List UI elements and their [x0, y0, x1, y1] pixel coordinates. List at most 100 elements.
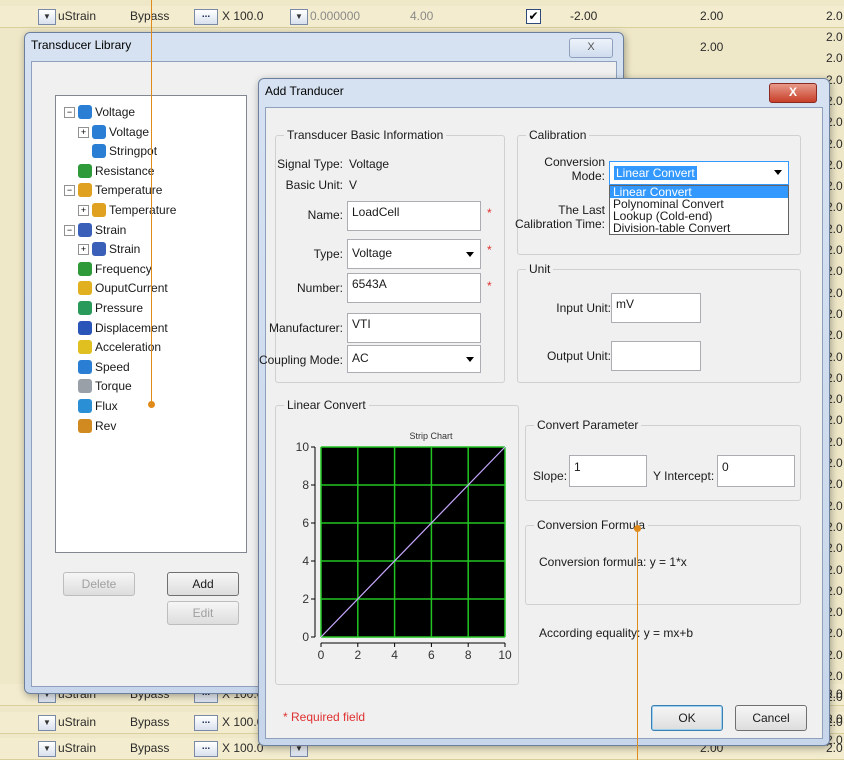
type-label: Type: [313, 247, 343, 261]
coupling-mode-label: Coupling Mode: [258, 353, 343, 367]
expand-icon[interactable]: + [78, 126, 89, 138]
transducer-icon [92, 144, 106, 159]
conversion-mode-value: Linear Convert [614, 166, 697, 180]
name-field[interactable]: LoadCell [347, 201, 481, 231]
collapse-icon[interactable]: − [64, 107, 75, 118]
output-unit-field[interactable] [611, 341, 701, 371]
x-tick-label: 4 [391, 648, 398, 662]
tree-item[interactable]: Stringpot [92, 143, 157, 159]
collapse-icon[interactable]: − [64, 185, 75, 197]
collapse-icon[interactable]: − [64, 224, 75, 236]
group-label: Transducer Basic Information [284, 128, 447, 142]
y-intercept-field[interactable]: 0 [717, 455, 795, 487]
tree-item-label: Voltage [109, 124, 150, 139]
browse-button[interactable]: ... [194, 9, 218, 25]
y-tick-label: 10 [296, 440, 310, 454]
tree-item[interactable]: OuputCurrent [78, 280, 168, 296]
group-label: Conversion Formula [534, 518, 649, 532]
delete-button[interactable]: Delete [63, 572, 135, 596]
transducer-icon [78, 281, 92, 296]
annotation-marker [148, 401, 155, 408]
basic-unit-label: Basic Unit: [285, 178, 343, 192]
annotation-marker [634, 525, 641, 532]
chart-title: Strip Chart [409, 431, 453, 441]
min-cell: -2.00 [570, 9, 598, 23]
required-field-note: * Required field [283, 710, 366, 724]
y-tick-label: 6 [302, 516, 309, 530]
max-cell: 2.00 [700, 40, 724, 54]
close-icon: X [587, 41, 595, 53]
required-mark: * [487, 243, 492, 257]
coupling-mode-select[interactable]: AC [347, 345, 481, 373]
x-tick-label: 10 [498, 648, 512, 662]
tree-item-label: Strain [109, 242, 141, 257]
annotation-marker [151, 0, 152, 404]
number-field[interactable]: 6543A [347, 273, 481, 303]
tree-item[interactable]: Rev [78, 418, 116, 434]
tree-item[interactable]: Torque [78, 378, 132, 394]
conversion-mode-select[interactable]: Linear Convert [609, 161, 789, 185]
chevron-down-icon [466, 357, 474, 362]
conversion-formula-text: Conversion formula: y = 1*x [539, 555, 687, 569]
tree-item-label: Temperature [109, 203, 177, 217]
according-equality-text: According equality: y = mx+b [539, 626, 694, 640]
transducer-icon [78, 379, 92, 394]
x-tick-label: 6 [428, 648, 435, 662]
transducer-icon [78, 418, 92, 433]
close-icon: X [788, 85, 797, 99]
edit-button[interactable]: Edit [167, 601, 239, 625]
add-transducer-dialog: Add Tranducer X Transducer Basic Informa… [258, 78, 830, 746]
transducer-icon [78, 222, 92, 237]
strip-chart: Strip Chart 0 2 4 6 8 10 0 2 4 6 8 10 [296, 431, 512, 662]
add-button[interactable]: Add [167, 572, 239, 596]
input-unit-field[interactable]: mV [611, 293, 701, 323]
dropdown-button[interactable]: ▼ [38, 9, 56, 25]
tree-item[interactable]: Displacement [78, 320, 168, 336]
tree-item[interactable]: Pressure [78, 300, 143, 316]
tree-item[interactable]: Strain [92, 241, 140, 257]
dropdown-button[interactable]: ▼ [38, 741, 56, 757]
manufacturer-field[interactable]: VTI [347, 313, 481, 343]
browse-button[interactable]: ... [194, 741, 218, 757]
slope-field[interactable]: 1 [569, 455, 647, 487]
tree-item-label: Strain [95, 222, 127, 237]
slope-label: Slope: [533, 469, 568, 483]
tree-item[interactable]: Acceleration [78, 339, 161, 355]
expand-icon[interactable]: + [78, 205, 89, 216]
type-select-value: Voltage [352, 246, 393, 260]
cancel-button[interactable]: Cancel [735, 705, 807, 731]
tree-item[interactable]: Temperature [92, 202, 176, 218]
dialog-close-button[interactable]: X [769, 83, 817, 103]
checkbox[interactable]: ✔ [526, 9, 541, 24]
tree-item[interactable]: Temperature [78, 182, 162, 198]
conversion-mode-list[interactable]: Linear Convert Polynominal Convert Lookup … [609, 185, 789, 235]
right-column-value: 2.0 [826, 30, 843, 44]
number-label: Number: [296, 281, 343, 295]
tree-item-label: Frequency [95, 261, 152, 276]
tree-item-label: OuputCurrent [95, 281, 168, 296]
dropdown-option[interactable]: Division-table Convert [610, 222, 788, 234]
y-intercept-label: Y Intercept: [653, 469, 715, 483]
tree-item[interactable]: Flux [78, 398, 118, 414]
group-label: Linear Convert [284, 398, 369, 412]
dropdown-button[interactable]: ▼ [38, 715, 56, 731]
type-select[interactable]: Voltage [347, 239, 481, 269]
scale-cell: X 100.0 [222, 741, 264, 755]
browse-button[interactable]: ... [194, 715, 218, 731]
ok-button[interactable]: OK [651, 705, 723, 731]
close-button[interactable]: X [569, 38, 613, 58]
tree-item[interactable]: Voltage [92, 124, 149, 140]
y-tick-label: 4 [302, 554, 309, 568]
expand-icon[interactable]: + [78, 244, 89, 256]
tree-item[interactable]: Frequency [78, 261, 152, 277]
tree-item[interactable]: Speed [78, 359, 130, 375]
tree-item-label: Resistance [95, 163, 155, 178]
dropdown-button[interactable]: ▼ [290, 9, 308, 25]
tree-item[interactable]: Voltage [78, 104, 135, 120]
value-cell: 2.0 [826, 9, 843, 23]
transducer-icon [92, 242, 106, 257]
tree-item-label: Torque [95, 379, 132, 394]
conversion-mode-label: Conversion Mode: [544, 155, 605, 183]
tree-item[interactable]: Strain [78, 222, 126, 238]
tree-item[interactable]: Resistance [78, 163, 154, 179]
